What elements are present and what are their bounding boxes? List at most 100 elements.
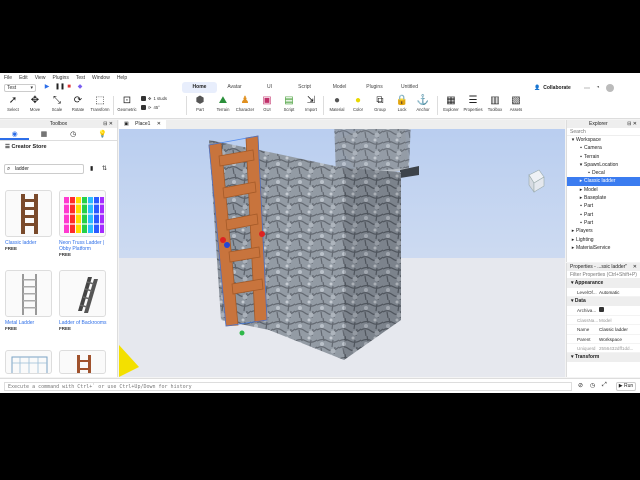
prop-parent[interactable]: Parent Workspace [567, 335, 640, 344]
asset-card-partial[interactable] [5, 350, 53, 374]
environment-select[interactable]: Test [4, 84, 36, 92]
terrain-tool[interactable]: ⛰ Terrain [212, 95, 234, 117]
tree-item[interactable]: ▪ Terrain [567, 153, 640, 161]
filter-icon[interactable]: ▮ [90, 165, 93, 172]
share-icon[interactable]: ⋯ [584, 85, 590, 92]
tree-item[interactable]: ▪ Camera [567, 144, 640, 152]
transform-tool[interactable]: ⬚ Transform [89, 95, 111, 117]
creations-tab-icon[interactable]: 💡 [88, 128, 117, 140]
color-tool[interactable]: ● Color [347, 95, 369, 117]
run-button[interactable]: ▶ Run [616, 382, 636, 391]
inventory-tab-icon[interactable]: ▦ [29, 128, 58, 140]
expand-icon[interactable]: ⤢ [602, 382, 607, 389]
menu-view[interactable]: View [35, 75, 46, 81]
asset-card-metal-ladder[interactable]: Metal Ladder FREE [5, 270, 53, 332]
assets-tool[interactable]: ▧ Assets [505, 95, 527, 117]
tab-ui[interactable]: UI [252, 82, 287, 93]
scale-tool[interactable]: ⤡ Scale [46, 95, 68, 117]
group-tool[interactable]: ⧉ Group [369, 95, 391, 117]
close-icon[interactable]: ⊟ ✕ [103, 120, 113, 128]
tab-place1[interactable]: ▣ Place1 ✕ [119, 120, 167, 129]
tree-item[interactable]: ▾ Workspace [567, 136, 640, 144]
archivable-checkbox[interactable] [599, 307, 604, 313]
tab-model[interactable]: Model [322, 82, 357, 93]
tree-item[interactable]: ▸ Lighting [567, 236, 640, 244]
tree-item[interactable]: ▾ SpawnLocation [567, 161, 640, 169]
tree-item[interactable]: ▸ MaterialService [567, 244, 640, 252]
tree-item-label: Part [584, 211, 594, 218]
appearance-section[interactable]: ▾ Appearance [567, 279, 640, 288]
asset-card-ladder-of-backrooms[interactable]: Ladder of Backrooms FREE [59, 270, 107, 332]
move-snap[interactable]: ✥ 1 studs [141, 96, 167, 101]
asset-card-neon-truss-ladder[interactable]: Neon Truss Ladder | Obby Platform FREE [59, 190, 107, 258]
rotate-snap-checkbox[interactable] [141, 105, 146, 110]
sort-icon[interactable]: ⇅ [102, 165, 107, 172]
settings-icon[interactable]: ◆ [77, 84, 83, 90]
collaborate-button[interactable]: 👤 Collaborate [534, 84, 571, 92]
properties-tool[interactable]: ☰ Properties [462, 95, 484, 117]
prop-name[interactable]: Name Classic ladder [567, 325, 640, 335]
material-tool[interactable]: ● Material [326, 95, 348, 117]
close-icon[interactable]: ⊟ ✕ [627, 120, 637, 128]
tree-item[interactable]: ▪ Part [567, 219, 640, 227]
tree-item[interactable]: ▸ Players [567, 227, 640, 235]
move-tool[interactable]: ✥ Move [24, 95, 46, 117]
rotate-tool[interactable]: ⟳ Rotate [67, 95, 89, 117]
menu-edit[interactable]: Edit [19, 75, 28, 81]
character-tool[interactable]: ♟ Character [234, 95, 256, 117]
tree-item[interactable]: ▸ Baseplate [567, 194, 640, 202]
geometric-tool[interactable]: ⊡ Geometric [116, 95, 138, 117]
bell-icon[interactable]: ◔ [596, 85, 600, 91]
pause-icon[interactable]: ❚❚ [55, 84, 65, 90]
tree-item[interactable]: ▪ Decal [567, 169, 640, 177]
explorer-tree: ▾ Workspace ▪ Camera ▪ Terrain ▾ SpawnLocation ▪… [567, 136, 640, 252]
tab-home[interactable]: Home [182, 82, 217, 93]
tab-plugins[interactable]: Plugins [357, 82, 392, 93]
menu-test[interactable]: Test [76, 75, 85, 81]
import-tool[interactable]: ⇲ Import [300, 95, 322, 117]
lock-icon: 🔒 [395, 95, 409, 106]
tab-untitled[interactable]: Untitled [392, 82, 427, 93]
rotate-snap[interactable]: ⟳ 45° [141, 105, 160, 110]
play-icon[interactable]: ▶ [44, 84, 50, 90]
menu-window[interactable]: Window [92, 75, 110, 81]
clear-icon[interactable]: ⊘ [578, 382, 583, 389]
explorer-tool[interactable]: ▦ Explorer [440, 95, 462, 117]
viewport-3d[interactable] [119, 120, 565, 377]
command-input[interactable]: Execute a command with Ctrl+` or use Ctr… [4, 382, 572, 391]
tree-item[interactable]: ▸ Classic ladder [567, 177, 640, 186]
transform-section[interactable]: ▾ Transform [567, 353, 640, 363]
menu-help[interactable]: Help [117, 75, 127, 81]
lock-tool[interactable]: 🔒 Lock [391, 95, 413, 117]
move-snap-checkbox[interactable] [141, 96, 146, 101]
asset-card-classic-ladder[interactable]: Classic ladder FREE [5, 190, 53, 252]
toolbox-search-input[interactable]: ⌕ ladder [4, 164, 84, 174]
prop-archivable[interactable]: Archiva... [567, 306, 640, 316]
tab-script[interactable]: Script [287, 82, 322, 93]
properties-header: Properties - ...ssic ladder" ✕ [567, 263, 640, 271]
menu-file[interactable]: File [4, 75, 12, 81]
select-tool[interactable]: ➚ Select [2, 95, 24, 117]
avatar[interactable] [605, 84, 614, 92]
tree-item[interactable]: ▸ Model [567, 186, 640, 194]
tab-avatar[interactable]: Avatar [217, 82, 252, 93]
recent-tab-icon[interactable]: ◷ [59, 128, 88, 140]
creator-store-tab-icon[interactable]: ◉ [0, 128, 30, 140]
properties-filter-input[interactable]: Filter Properties (Ctrl+Shift+P) [567, 271, 640, 279]
gui-tool[interactable]: ▣ GUI [256, 95, 278, 117]
part-tool[interactable]: ⬢ Part [189, 95, 211, 117]
toolbox-tool[interactable]: ▥ Toolbox [484, 95, 506, 117]
menu-plugins[interactable]: Plugins [52, 75, 68, 81]
asset-card-partial[interactable] [59, 350, 107, 374]
tree-item[interactable]: ▪ Part [567, 211, 640, 219]
divider [323, 96, 324, 115]
explorer-search-input[interactable]: Search [567, 128, 640, 136]
close-icon[interactable]: ✕ [633, 263, 637, 271]
data-section[interactable]: ▾ Data [567, 297, 640, 307]
history-icon[interactable]: ◷ [590, 382, 595, 389]
tree-item[interactable]: ▪ Part [567, 202, 640, 210]
script-tool[interactable]: ▤ Script [278, 95, 300, 117]
anchor-tool[interactable]: ⚓ Anchor [412, 95, 434, 117]
stop-icon[interactable]: ■ [66, 84, 72, 90]
prop-levelofdetail[interactable]: LevelOf... Automatic [567, 288, 640, 298]
